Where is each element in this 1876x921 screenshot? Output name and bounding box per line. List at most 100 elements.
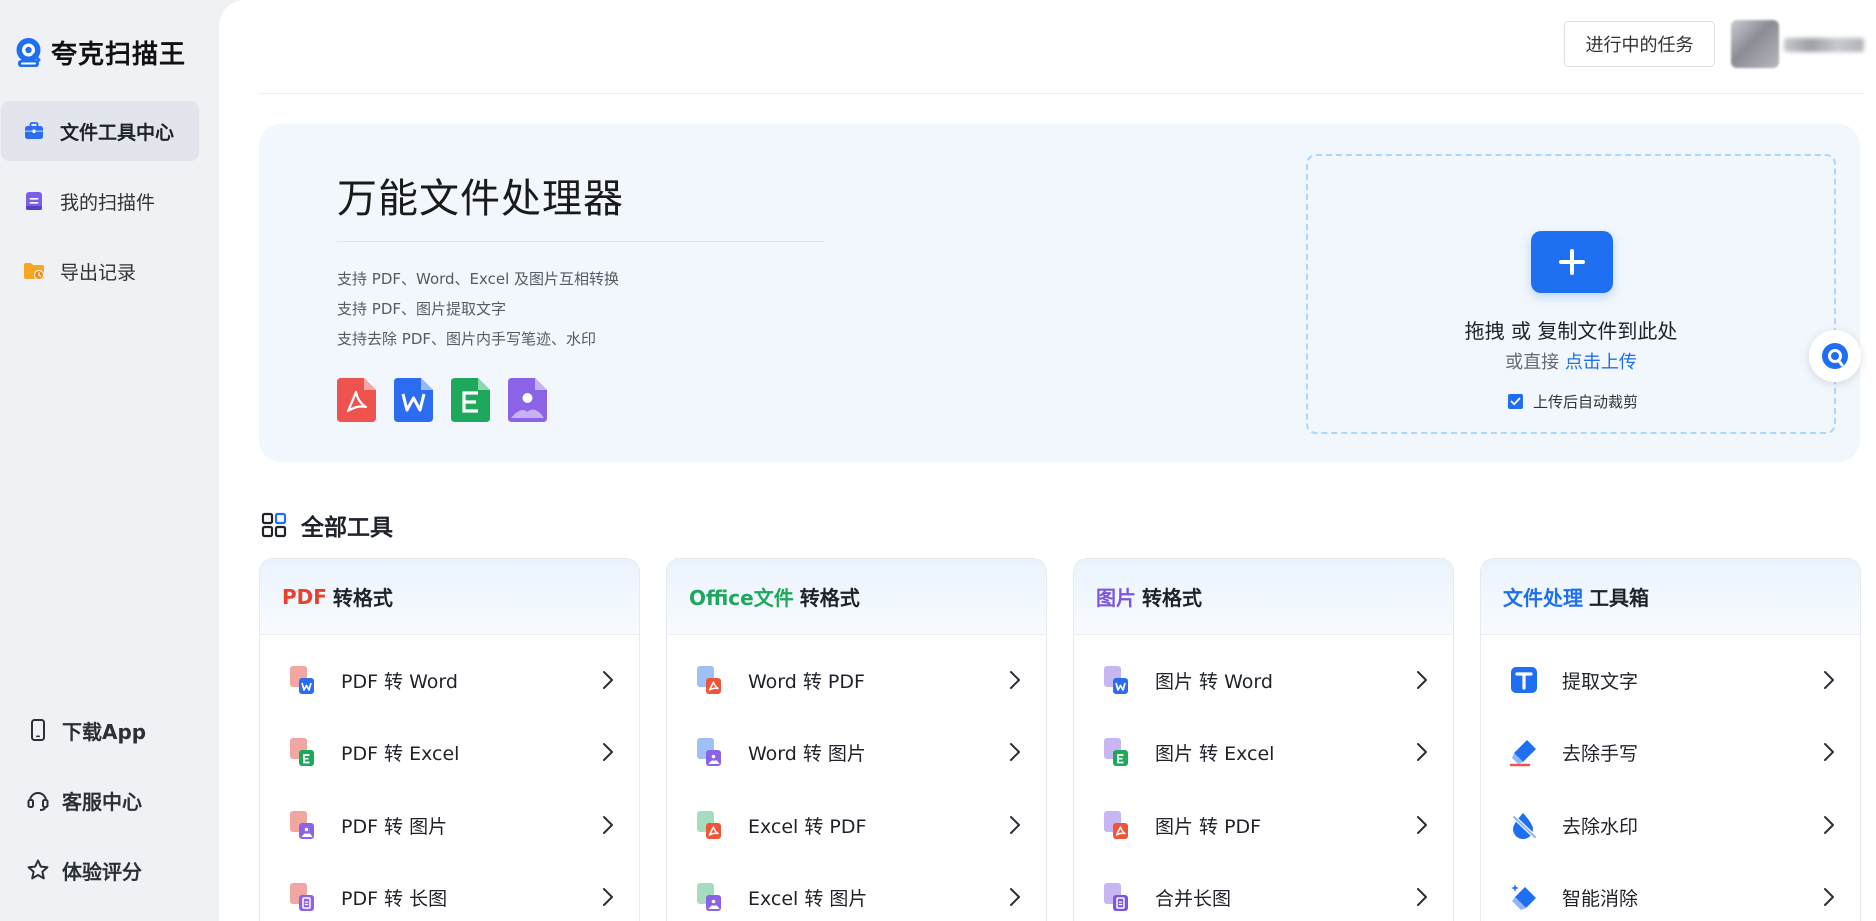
tool-item-pdf-to-word[interactable]: PDF 转 Word xyxy=(260,650,639,710)
folder-clock-icon xyxy=(23,260,45,282)
tool-item-word-to-pdf[interactable]: Word 转 PDF xyxy=(667,650,1046,710)
tool-card-office: Office文件 转格式 Word 转 PDF Word 转 图片 Excel … xyxy=(666,558,1047,921)
headset-icon xyxy=(26,788,50,812)
avatar[interactable] xyxy=(1731,20,1779,68)
card-accent: Office文件 xyxy=(689,586,794,610)
tool-label: Excel 转 图片 xyxy=(748,887,868,910)
chevron-right-icon xyxy=(1415,669,1429,691)
pdf-to-word-icon xyxy=(288,665,318,695)
plus-icon xyxy=(1559,249,1585,275)
autocrop-option[interactable]: 上传后自动裁剪 xyxy=(1508,391,1638,412)
click-upload-link[interactable]: 点击上传 xyxy=(1565,352,1637,373)
tool-item-remove-handwriting[interactable]: 去除手写 xyxy=(1481,722,1860,782)
sidebar-item-file-tools[interactable]: 文件工具中心 xyxy=(1,101,199,161)
smart-erase-icon xyxy=(1509,882,1539,912)
pdf-file-icon xyxy=(337,378,376,422)
tool-label: Word 转 PDF xyxy=(748,670,865,693)
brand-name: 夸克扫描王 xyxy=(51,40,187,70)
card-header: 文件处理 工具箱 xyxy=(1481,559,1860,635)
tool-label: Word 转 图片 xyxy=(748,742,866,765)
tool-item-pdf-to-excel[interactable]: PDF 转 Excel xyxy=(260,722,639,782)
tool-item-smart-erase[interactable]: 智能消除 xyxy=(1481,867,1860,921)
chevron-right-icon xyxy=(1822,669,1836,691)
all-tools-header: 全部工具 xyxy=(261,508,393,542)
card-title: 转格式 xyxy=(799,586,860,610)
upload-plus-button[interactable] xyxy=(1531,231,1613,293)
autocrop-checkbox[interactable] xyxy=(1508,394,1523,409)
customer-service-label: 客服中心 xyxy=(62,789,142,814)
sidebar-item-label: 我的扫描件 xyxy=(60,191,156,214)
sidebar-item-my-scans[interactable]: 我的扫描件 xyxy=(1,171,199,231)
briefcase-icon xyxy=(23,120,45,142)
tool-item-extract-text[interactable]: 提取文字 xyxy=(1481,650,1860,710)
sidebar-item-export-history[interactable]: 导出记录 xyxy=(1,241,199,301)
tool-item-merge-longimage[interactable]: 合并长图 xyxy=(1074,867,1453,921)
excel-to-image-icon xyxy=(695,882,725,912)
quark-scanner-logo-icon xyxy=(12,36,45,69)
pdf-to-image-icon xyxy=(288,810,318,840)
card-title: 转格式 xyxy=(1142,586,1202,610)
tool-label: 提取文字 xyxy=(1562,670,1639,693)
header-divider xyxy=(259,93,1865,94)
merge-longimage-icon xyxy=(1102,882,1132,912)
rating-label: 体验评分 xyxy=(62,859,142,884)
feature-line: 支持 PDF、图片提取文字 xyxy=(337,300,506,318)
card-accent: 文件处理 xyxy=(1503,586,1583,610)
chat-bubble-icon xyxy=(1822,343,1848,369)
all-tools-title: 全部工具 xyxy=(301,515,393,541)
chevron-right-icon xyxy=(1008,669,1022,691)
image-to-word-icon xyxy=(1102,665,1132,695)
upload-dropzone[interactable]: 拖拽 或 复制文件到此处 或直接 点击上传 上传后自动裁剪 xyxy=(1306,154,1836,434)
tool-label: PDF 转 图片 xyxy=(341,815,448,838)
tool-item-image-to-pdf[interactable]: 图片 转 PDF xyxy=(1074,795,1453,855)
tool-card-toolbox: 文件处理 工具箱 提取文字 去除手写 去除水印 智能消除 xyxy=(1480,558,1861,921)
customer-service-link[interactable]: 客服中心 xyxy=(26,783,142,817)
image-to-excel-icon xyxy=(1102,737,1132,767)
phone-icon xyxy=(26,718,50,742)
chevron-right-icon xyxy=(1415,886,1429,908)
tasks-in-progress-button[interactable]: 进行中的任务 xyxy=(1564,21,1715,67)
tool-item-excel-to-image[interactable]: Excel 转 图片 xyxy=(667,867,1046,921)
tool-item-excel-to-pdf[interactable]: Excel 转 PDF xyxy=(667,795,1046,855)
card-header: PDF 转格式 xyxy=(260,559,639,635)
tool-item-pdf-to-image[interactable]: PDF 转 图片 xyxy=(260,795,639,855)
user-name-blurred xyxy=(1784,38,1864,52)
tool-label: PDF 转 长图 xyxy=(341,887,448,910)
chevron-right-icon xyxy=(1415,741,1429,763)
tool-item-remove-watermark[interactable]: 去除水印 xyxy=(1481,795,1860,855)
pdf-to-excel-icon xyxy=(288,737,318,767)
chevron-right-icon xyxy=(1415,814,1429,836)
download-app-link[interactable]: 下载App xyxy=(26,713,146,747)
image-file-icon xyxy=(508,378,547,422)
word-to-image-icon xyxy=(695,737,725,767)
tool-label: 图片 转 Excel xyxy=(1155,742,1275,765)
dropzone-subtext: 或直接 点击上传 xyxy=(1308,348,1834,374)
sidebar-item-label: 导出记录 xyxy=(60,261,137,284)
main-content: 进行中的任务 万能文件处理器 支持 PDF、Word、Excel 及图片互相转换… xyxy=(219,0,1876,921)
remove-handwriting-icon xyxy=(1509,737,1539,767)
chevron-right-icon xyxy=(601,814,615,836)
assistant-float-button[interactable] xyxy=(1809,330,1861,382)
chevron-right-icon xyxy=(601,886,615,908)
hero-title: 万能文件处理器 xyxy=(337,176,624,222)
tool-item-word-to-image[interactable]: Word 转 图片 xyxy=(667,722,1046,782)
word-to-pdf-icon xyxy=(695,665,725,695)
tool-item-image-to-word[interactable]: 图片 转 Word xyxy=(1074,650,1453,710)
chevron-right-icon xyxy=(1822,814,1836,836)
tool-label: Excel 转 PDF xyxy=(748,815,867,838)
feature-line: 支持 PDF、Word、Excel 及图片互相转换 xyxy=(337,270,620,288)
sidebar: 夸克扫描王 文件工具中心 我的扫描件 导出记录 下载App 客服中心 体验评分 xyxy=(0,0,219,921)
tool-label: PDF 转 Excel xyxy=(341,742,460,765)
tool-label: 合并长图 xyxy=(1155,887,1232,910)
extract-text-icon xyxy=(1509,665,1539,695)
chevron-right-icon xyxy=(1008,741,1022,763)
chevron-right-icon xyxy=(1822,741,1836,763)
card-accent: PDF xyxy=(282,584,327,609)
excel-file-icon xyxy=(451,378,490,422)
tool-item-image-to-excel[interactable]: 图片 转 Excel xyxy=(1074,722,1453,782)
rating-link[interactable]: 体验评分 xyxy=(26,853,142,887)
remove-watermark-icon xyxy=(1509,810,1539,840)
brand-logo[interactable]: 夸克扫描王 xyxy=(12,34,186,71)
excel-to-pdf-icon xyxy=(695,810,725,840)
tool-item-pdf-to-longimage[interactable]: PDF 转 长图 xyxy=(260,867,639,921)
